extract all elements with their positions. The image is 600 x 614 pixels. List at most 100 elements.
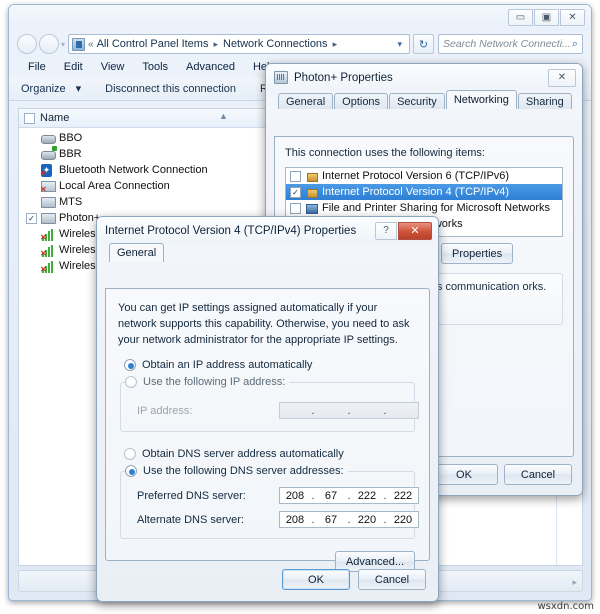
obtain-dns-automatically-label: Obtain DNS server address automatically	[142, 448, 344, 460]
row-checkbox[interactable]	[26, 181, 37, 192]
menu-edit[interactable]: Edit	[55, 59, 92, 75]
window-controls: ▭ ▣ ✕	[508, 9, 585, 26]
disconnect-button[interactable]: Disconnect this connection	[105, 83, 246, 95]
preferred-dns-field[interactable]: 208. 67. 222. 222	[279, 487, 419, 504]
row-checkbox[interactable]	[26, 133, 37, 144]
address-bar: ▾ « All Control Panel Items ▸ Network Co…	[9, 31, 591, 57]
help-button[interactable]: ?	[375, 221, 397, 240]
breadcrumb-overflow-icon[interactable]: «	[88, 39, 94, 50]
row-checkbox[interactable]	[26, 245, 37, 256]
general-tab-panel: You can get IP settings assigned automat…	[105, 288, 430, 572]
bluetooth-icon: ✦ ✕	[40, 163, 52, 178]
minimize-button[interactable]: ▭	[508, 9, 533, 26]
tcpip-ok-button[interactable]: OK	[282, 569, 350, 590]
tcpip-tabstrip: General	[97, 243, 438, 262]
close-button[interactable]: ✕	[560, 9, 585, 26]
history-dropdown-icon[interactable]: ▾	[61, 40, 65, 49]
use-following-ip-radio[interactable]: Use the following IP address:	[125, 376, 290, 388]
photon-ok-button[interactable]: OK	[430, 464, 498, 485]
tab-sharing[interactable]: Sharing	[517, 93, 572, 109]
tab-networking[interactable]: Networking	[445, 90, 517, 109]
resize-grip-icon[interactable]: ▸	[572, 577, 577, 588]
use-following-dns-radio[interactable]: Use the following DNS server addresses:	[125, 465, 348, 477]
menu-tools[interactable]: Tools	[133, 59, 177, 75]
net-item-label: Internet Protocol Version 4 (TCP/IPv4)	[322, 186, 510, 198]
protocol-icon	[305, 187, 318, 198]
lan-adapter-icon: ✕	[40, 180, 56, 193]
preferred-dns-label: Preferred DNS server:	[137, 490, 246, 502]
net-item-label: File and Printer Sharing for Microsoft N…	[322, 202, 551, 214]
wireless-icon: ✕	[40, 244, 56, 257]
tab-general[interactable]: General	[109, 243, 165, 262]
obtain-dns-automatically-radio[interactable]: Obtain DNS server address automatically	[124, 448, 344, 460]
organize-button[interactable]: Organize	[21, 83, 76, 95]
menu-advanced[interactable]: Advanced	[177, 59, 244, 75]
forward-arrow-icon[interactable]	[39, 34, 59, 54]
photon-close-button[interactable]: ✕	[548, 68, 576, 87]
back-arrow-icon[interactable]	[17, 34, 37, 54]
net-item-ipv6[interactable]: Internet Protocol Version 6 (TCP/IPv6)	[286, 168, 562, 184]
search-input[interactable]: Search Network Connecti... ⌕	[438, 34, 583, 54]
list-item-label: Bluetooth Network Connection	[59, 164, 208, 176]
modem-icon	[41, 132, 56, 145]
row-checkbox[interactable]	[26, 261, 37, 272]
obtain-ip-automatically-radio[interactable]: Obtain an IP address automatically	[124, 359, 312, 371]
net-item-checkbox[interactable]	[290, 170, 301, 182]
file-sharing-icon	[305, 203, 318, 214]
ip-address-label: IP address:	[137, 405, 193, 417]
watermark: wsxdn.com	[537, 601, 594, 612]
column-header-name[interactable]: Name	[40, 112, 69, 124]
breadcrumb[interactable]: « All Control Panel Items ▸ Network Conn…	[68, 34, 410, 54]
preferred-dns-octet-4: 222	[393, 489, 413, 502]
breadcrumb-item-control-panel[interactable]: All Control Panel Items	[97, 38, 209, 50]
manual-ip-group: Use the following IP address: IP address…	[120, 376, 419, 432]
tab-options[interactable]: Options	[334, 93, 389, 109]
net-item-file-sharing[interactable]: File and Printer Sharing for Microsoft N…	[286, 200, 562, 216]
properties-button[interactable]: Properties	[441, 243, 514, 264]
select-all-checkbox[interactable]	[24, 112, 35, 124]
tab-security[interactable]: Security	[389, 93, 445, 109]
list-item-label: Photon+	[59, 212, 101, 224]
row-checkbox-checked[interactable]: ✓	[26, 212, 37, 224]
breadcrumb-arrow-icon-2[interactable]: ▸	[331, 39, 340, 50]
net-item-label: Internet Protocol Version 6 (TCP/IPv6)	[322, 170, 510, 182]
window-titlebar: ▭ ▣ ✕	[9, 5, 591, 31]
alternate-dns-label: Alternate DNS server:	[137, 514, 244, 526]
menu-file[interactable]: File	[19, 59, 55, 75]
list-item-label: MTS	[59, 196, 83, 208]
protocol-icon	[305, 171, 318, 182]
organize-caret-icon[interactable]: ▾	[76, 82, 92, 95]
net-item-ipv4[interactable]: ✓ Internet Protocol Version 4 (TCP/IPv4)	[286, 184, 562, 200]
maximize-button[interactable]: ▣	[534, 9, 559, 26]
net-item-checkbox-checked[interactable]: ✓	[290, 186, 301, 198]
photon-dialog-titlebar: Photon+ Properties ✕	[266, 64, 582, 91]
wireless-icon: ✕	[40, 228, 56, 241]
modem-card-icon	[41, 212, 56, 225]
alternate-dns-octet-2: 67	[324, 513, 338, 526]
tab-general[interactable]: General	[278, 93, 334, 109]
row-checkbox[interactable]	[26, 165, 37, 176]
menu-view[interactable]: View	[92, 59, 134, 75]
tcpip-close-button[interactable]: ✕	[398, 221, 432, 240]
breadcrumb-arrow-icon[interactable]: ▸	[211, 39, 220, 50]
breadcrumb-item-network-connections[interactable]: Network Connections	[223, 38, 328, 50]
search-icon: ⌕	[571, 37, 578, 50]
net-item-checkbox[interactable]	[290, 202, 301, 214]
preferred-dns-octet-2: 67	[324, 489, 338, 502]
intro-text: You can get IP settings assigned automat…	[118, 302, 410, 346]
tcpip-cancel-button[interactable]: Cancel	[358, 569, 426, 590]
tcpip-dialog-actions: OK Cancel	[282, 569, 426, 590]
address-dropdown-icon[interactable]: ▾	[393, 39, 406, 50]
sort-indicator-icon: ▲	[219, 111, 228, 121]
row-checkbox[interactable]	[26, 197, 37, 208]
tcpip-dialog-title: Internet Protocol Version 4 (TCP/IPv4) P…	[105, 224, 357, 237]
row-checkbox[interactable]	[26, 149, 37, 160]
list-item-label: Local Area Connection	[59, 180, 170, 192]
use-following-ip-label: Use the following IP address:	[143, 376, 286, 388]
row-checkbox[interactable]	[26, 229, 37, 240]
photon-dialog-actions: OK Cancel	[430, 464, 572, 485]
photon-cancel-button[interactable]: Cancel	[504, 464, 572, 485]
alternate-dns-field[interactable]: 208. 67. 220. 220	[279, 511, 419, 528]
ip-address-field[interactable]: . . .	[279, 402, 419, 419]
refresh-button[interactable]: ↻	[413, 34, 434, 54]
